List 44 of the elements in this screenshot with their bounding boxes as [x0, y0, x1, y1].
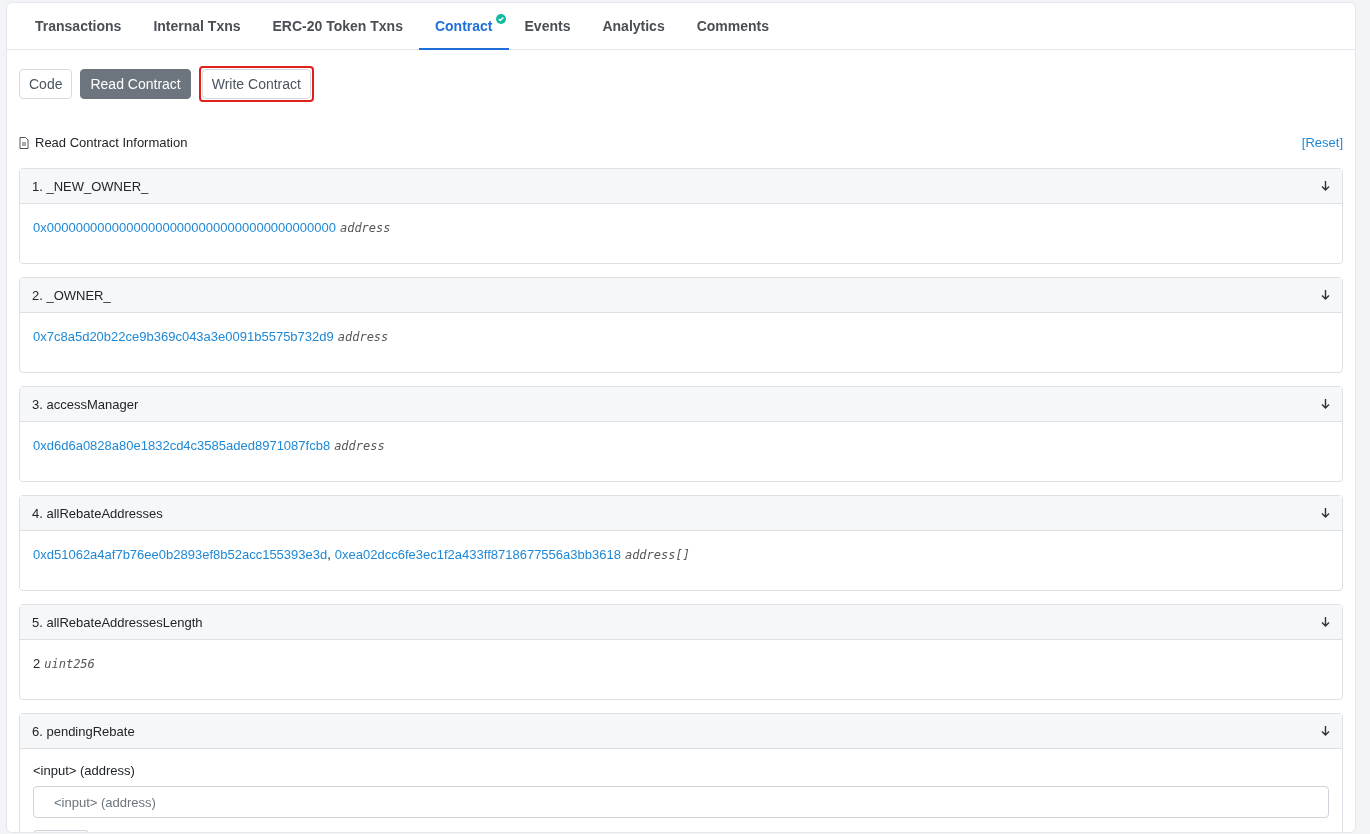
down-arrow-icon	[1321, 617, 1330, 627]
document-icon	[19, 136, 29, 149]
function-header[interactable]: 5. allRebateAddressesLength	[20, 605, 1342, 640]
function-header[interactable]: 4. allRebateAddresses	[20, 496, 1342, 531]
function-header[interactable]: 3. accessManager	[20, 387, 1342, 422]
address-link[interactable]: 0xd6d6a0828a80e1832cd4c3585aded8971087fcb8	[33, 438, 331, 453]
contract-view-button[interactable]: Write Contract	[201, 69, 311, 99]
contract-view-button[interactable]: Read Contract	[80, 69, 191, 99]
type-label: uint256	[44, 657, 95, 671]
type-label: address	[339, 221, 391, 235]
tab[interactable]: Contract	[418, 3, 509, 50]
down-arrow-icon	[1321, 399, 1330, 409]
function-header[interactable]: 2. _OWNER_	[20, 278, 1342, 313]
tab[interactable]: Events	[508, 3, 587, 50]
value-text: 2	[33, 656, 41, 671]
down-arrow-icon	[1321, 508, 1330, 518]
down-arrow-icon	[1321, 726, 1330, 736]
function-header[interactable]: 6. pendingRebate	[20, 714, 1342, 749]
tab[interactable]: Analytics	[586, 3, 681, 50]
function-name: 2. _OWNER_	[32, 287, 111, 303]
tab[interactable]: Internal Txns	[137, 3, 257, 50]
address-input-field[interactable]: <input> (address)	[33, 786, 1329, 818]
tab[interactable]: ERC-20 Token Txns	[256, 3, 419, 50]
section-title: Read Contract Information	[35, 135, 188, 150]
function-name: 1. _NEW_OWNER_	[32, 178, 149, 194]
type-label: address	[337, 330, 389, 344]
separator-comma: ,	[327, 547, 331, 562]
address-link[interactable]: 0x0000000000000000000000000000000000000000	[33, 220, 336, 235]
function-name: 4. allRebateAddresses	[32, 505, 163, 521]
down-arrow-icon	[1321, 181, 1330, 191]
address-link[interactable]: 0xea02dcc6fe3ec1f2a433ff8718677556a3bb3618	[334, 547, 621, 562]
function-header[interactable]: 1. _NEW_OWNER_	[20, 169, 1342, 204]
input-label: <input> (address)	[33, 763, 136, 778]
type-label: address[]	[624, 548, 690, 562]
down-arrow-icon	[1321, 290, 1330, 300]
reset-link[interactable]: [Reset]	[1301, 135, 1343, 150]
function-name: 5. allRebateAddressesLength	[32, 614, 203, 630]
tab[interactable]: Transactions	[19, 3, 138, 50]
function-name: 3. accessManager	[32, 396, 139, 412]
function-name: 6. pendingRebate	[32, 723, 135, 739]
tab[interactable]: Comments	[680, 3, 786, 50]
address-link[interactable]: 0x7c8a5d20b22ce9b369c043a3e0091b5575b732d9	[33, 329, 334, 344]
contract-view-button[interactable]: Code	[19, 69, 73, 99]
type-label: address	[334, 439, 385, 453]
